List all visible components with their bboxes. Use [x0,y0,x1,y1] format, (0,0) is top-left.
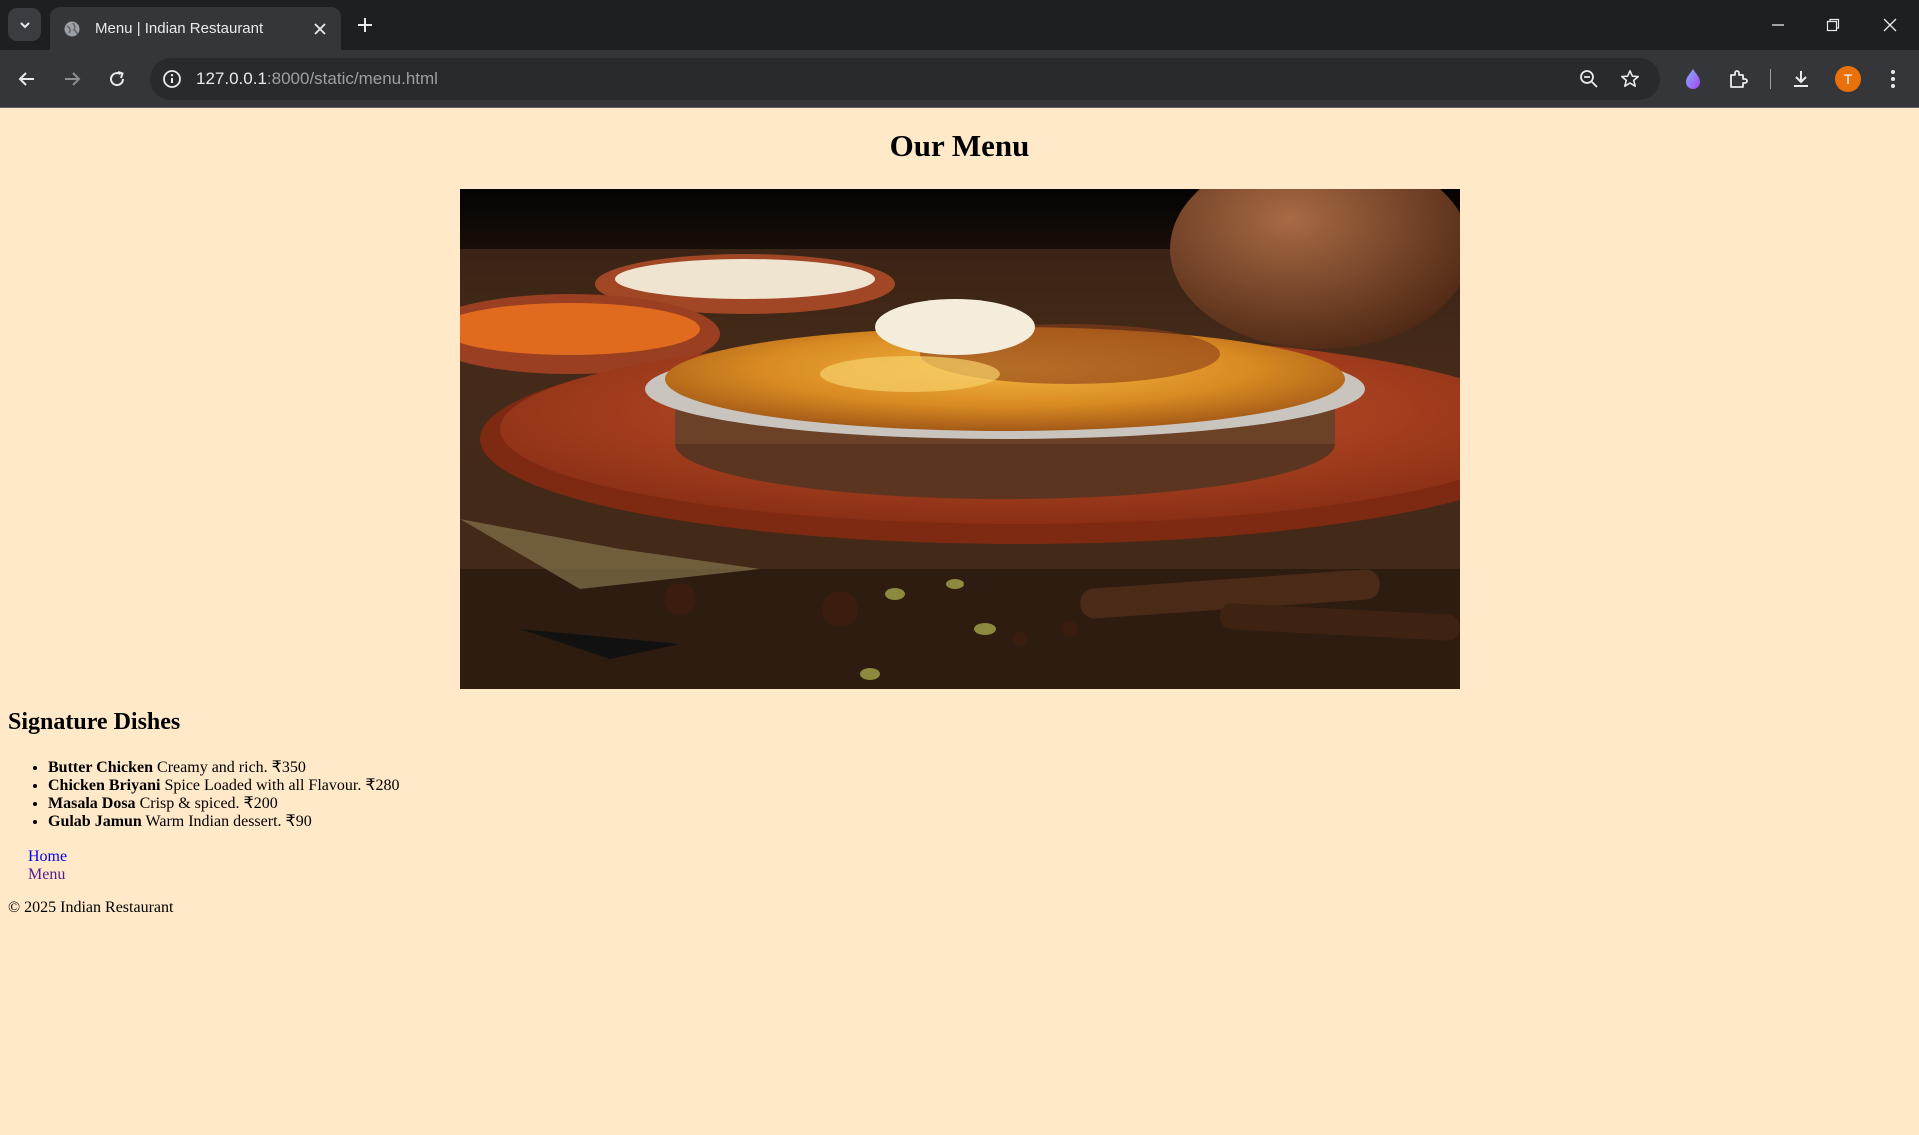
address-bar[interactable]: 127.0.0.1:8000/static/menu.html [150,58,1660,100]
section-title: Signature Dishes [8,709,181,735]
minimize-icon[interactable] [1765,12,1791,38]
download-icon[interactable] [1788,66,1814,92]
nav-link-home[interactable]: Home [28,848,67,866]
site-info-icon[interactable] [162,69,182,89]
close-tab-icon[interactable] [310,19,330,39]
dish-list: Butter Chicken Creamy and rich. ₹350 Chi… [8,759,400,831]
page-body: Our Menu Signature Dishes • Butter Chick… [0,109,1919,1135]
chevron-down-icon [19,21,30,28]
list-item: Gulab Jamun Warm Indian dessert. ₹90 [48,813,400,831]
bookmark-star-icon[interactable] [1619,68,1641,90]
globe-icon [63,20,81,38]
dish-description: Warm Indian dessert. ₹90 [145,813,312,830]
url-path: :8000/static/menu.html [266,69,438,88]
more-menu-icon[interactable] [1880,66,1906,92]
new-tab-icon[interactable] [352,12,378,38]
tab-title: Menu | Indian Restaurant [95,20,264,37]
forward-icon[interactable] [58,65,86,93]
dish-description: Spice Loaded with all Flavour. ₹280 [164,777,400,794]
tab-search-button[interactable] [8,8,41,41]
dish-name: Gulab Jamun [48,813,142,830]
browser-titlebar: Menu | Indian Restaurant [0,0,1919,50]
profile-avatar[interactable]: T [1835,66,1861,92]
active-tab[interactable]: Menu | Indian Restaurant [50,7,341,50]
list-item: Chicken Briyani Spice Loaded with all Fl… [48,777,400,795]
reload-icon[interactable] [103,65,131,93]
extension-drop-icon[interactable] [1680,66,1706,92]
dish-description: Creamy and rich. ₹350 [157,759,306,776]
dish-description: Crisp & spiced. ₹200 [139,795,278,812]
biryani-dish-image [460,189,1460,689]
extensions-puzzle-icon[interactable] [1725,66,1751,92]
dish-name: Butter Chicken [48,759,154,776]
page-title: Our Menu [889,128,1030,163]
hero-image [460,189,1460,689]
zoom-out-icon[interactable] [1578,68,1600,90]
restore-icon[interactable] [1820,12,1846,38]
browser-toolbar: 127.0.0.1:8000/static/menu.html [0,50,1919,108]
url-text[interactable]: 127.0.0.1:8000/static/menu.html [196,69,438,89]
dish-name: Masala Dosa [48,795,136,812]
footer-copyright: © 2025 Indian Restaurant [8,899,174,916]
list-item: Butter Chicken Creamy and rich. ₹350 [48,759,400,777]
site-nav: Home Menu [28,848,67,884]
list-item: Masala Dosa Crisp & spiced. ₹200 [48,795,400,813]
close-window-icon[interactable] [1877,12,1903,38]
url-host: 127.0.0.1 [196,69,267,88]
dish-name: Chicken Briyani [48,777,161,794]
back-icon[interactable] [13,65,41,93]
toolbar-divider [1770,69,1771,89]
nav-link-menu[interactable]: Menu [28,866,67,884]
